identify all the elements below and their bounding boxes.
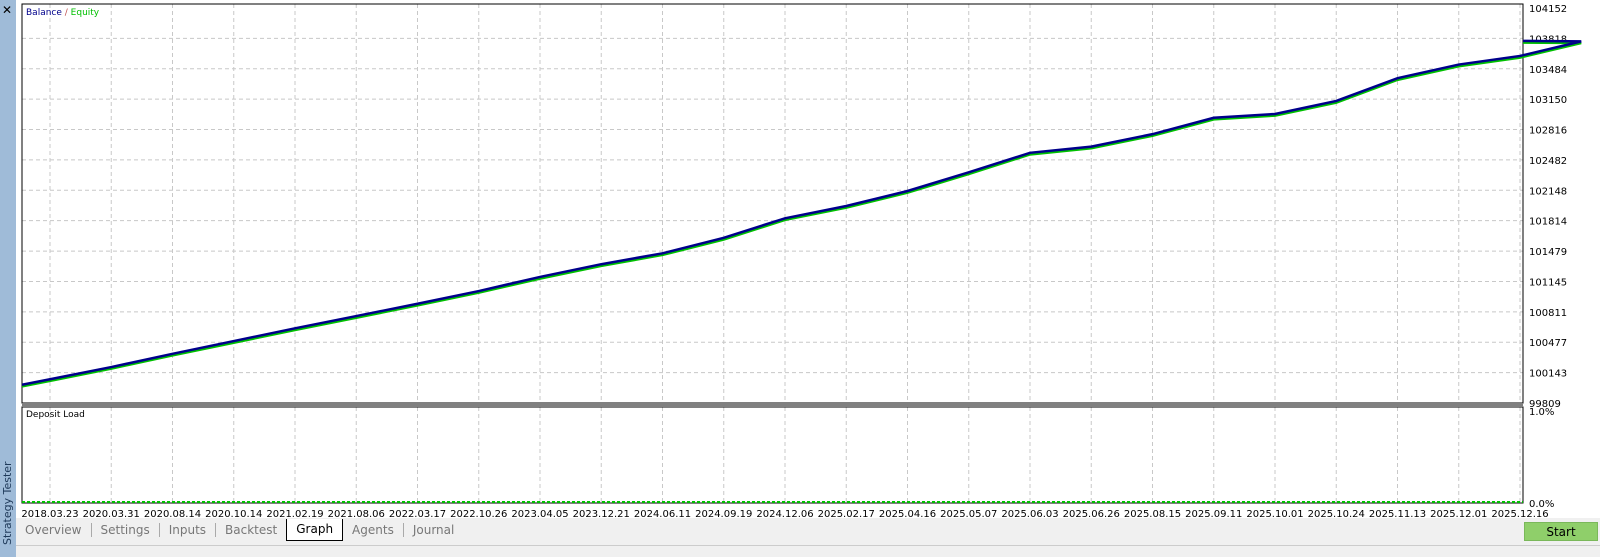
x-tick-label: 2024.09.19 xyxy=(695,509,752,518)
legend-equity: Equity xyxy=(71,8,100,18)
deposit-load-title: Deposit Load xyxy=(26,410,85,420)
close-icon[interactable]: ✕ xyxy=(2,3,12,17)
y-tick-label: 100143 xyxy=(1529,369,1567,380)
x-tick-label: 2020.08.14 xyxy=(144,509,201,518)
y-tick-label: 101814 xyxy=(1529,217,1567,228)
legend-balance: Balance xyxy=(26,8,62,18)
deposit-y-tick: 0.0% xyxy=(1529,499,1554,510)
divider xyxy=(16,545,1600,546)
x-tick-label: 2025.09.11 xyxy=(1185,509,1242,518)
start-button[interactable]: Start xyxy=(1524,522,1598,541)
main-plot-frame xyxy=(21,3,1524,404)
x-tick-label: 2025.12.01 xyxy=(1430,509,1487,518)
x-tick-label: 2025.06.03 xyxy=(1001,509,1058,518)
panel-separator xyxy=(22,403,1523,406)
y-tick-label: 102148 xyxy=(1529,186,1567,197)
deposit-y-tick: 1.0% xyxy=(1529,407,1554,418)
balance-equity-chart: 1041521038181034841031501028161024821021… xyxy=(21,3,1582,518)
x-tick-label: 2025.10.24 xyxy=(1308,509,1365,518)
legend-separator: / xyxy=(62,8,71,18)
y-tick-label: 103484 xyxy=(1529,65,1567,76)
strategy-tester-sidebar: ✕ Strategy Tester xyxy=(0,0,16,557)
x-tick-label: 2024.12.06 xyxy=(756,509,813,518)
x-tick-label: 2025.05.07 xyxy=(940,509,997,518)
y-tick-label: 103150 xyxy=(1529,95,1567,106)
y-tick-label: 100811 xyxy=(1529,308,1567,319)
x-tick-label: 2023.12.21 xyxy=(573,509,630,518)
tab-agents[interactable]: Agents xyxy=(343,523,404,537)
y-tick-label: 102482 xyxy=(1529,156,1567,167)
x-tick-label: 2020.10.14 xyxy=(205,509,262,518)
deposit-plot-frame xyxy=(21,406,1524,504)
y-tick-label: 101479 xyxy=(1529,247,1567,258)
tab-bar: Overview Settings Inputs Backtest Graph … xyxy=(16,519,463,541)
x-tick-label: 2025.12.16 xyxy=(1491,509,1548,518)
x-tick-label: 2020.03.31 xyxy=(83,509,140,518)
tab-inputs[interactable]: Inputs xyxy=(160,523,217,537)
y-tick-label: 100477 xyxy=(1529,338,1567,349)
x-tick-label: 2021.02.19 xyxy=(266,509,323,518)
x-tick-label: 2025.02.17 xyxy=(818,509,875,518)
x-tick-label: 2025.10.01 xyxy=(1246,509,1303,518)
x-tick-label: 2023.04.05 xyxy=(511,509,568,518)
x-tick-label: 2022.03.17 xyxy=(389,509,446,518)
tab-settings[interactable]: Settings xyxy=(92,523,160,537)
balance-line xyxy=(21,39,1582,386)
x-tick-label: 2021.08.06 xyxy=(328,509,385,518)
x-tick-label: 2025.06.26 xyxy=(1063,509,1120,518)
x-tick-label: 2025.08.15 xyxy=(1124,509,1181,518)
tab-graph[interactable]: Graph xyxy=(286,519,344,541)
x-tick-label: 2022.10.26 xyxy=(450,509,507,518)
x-tick-label: 2024.06.11 xyxy=(634,509,691,518)
x-tick-label: 2025.11.13 xyxy=(1369,509,1426,518)
y-tick-label: 102816 xyxy=(1529,126,1567,137)
x-tick-label: 2025.04.16 xyxy=(879,509,936,518)
panel-title: Strategy Tester xyxy=(1,461,14,545)
y-tick-label: 104152 xyxy=(1529,4,1567,15)
x-tick-label: 2018.03.23 xyxy=(21,509,78,518)
y-tick-label: 101145 xyxy=(1529,277,1567,288)
tab-backtest[interactable]: Backtest xyxy=(216,523,286,537)
chart-legend: Balance / Equity xyxy=(26,8,100,18)
tab-journal[interactable]: Journal xyxy=(404,523,464,537)
tab-overview[interactable]: Overview xyxy=(16,523,92,537)
